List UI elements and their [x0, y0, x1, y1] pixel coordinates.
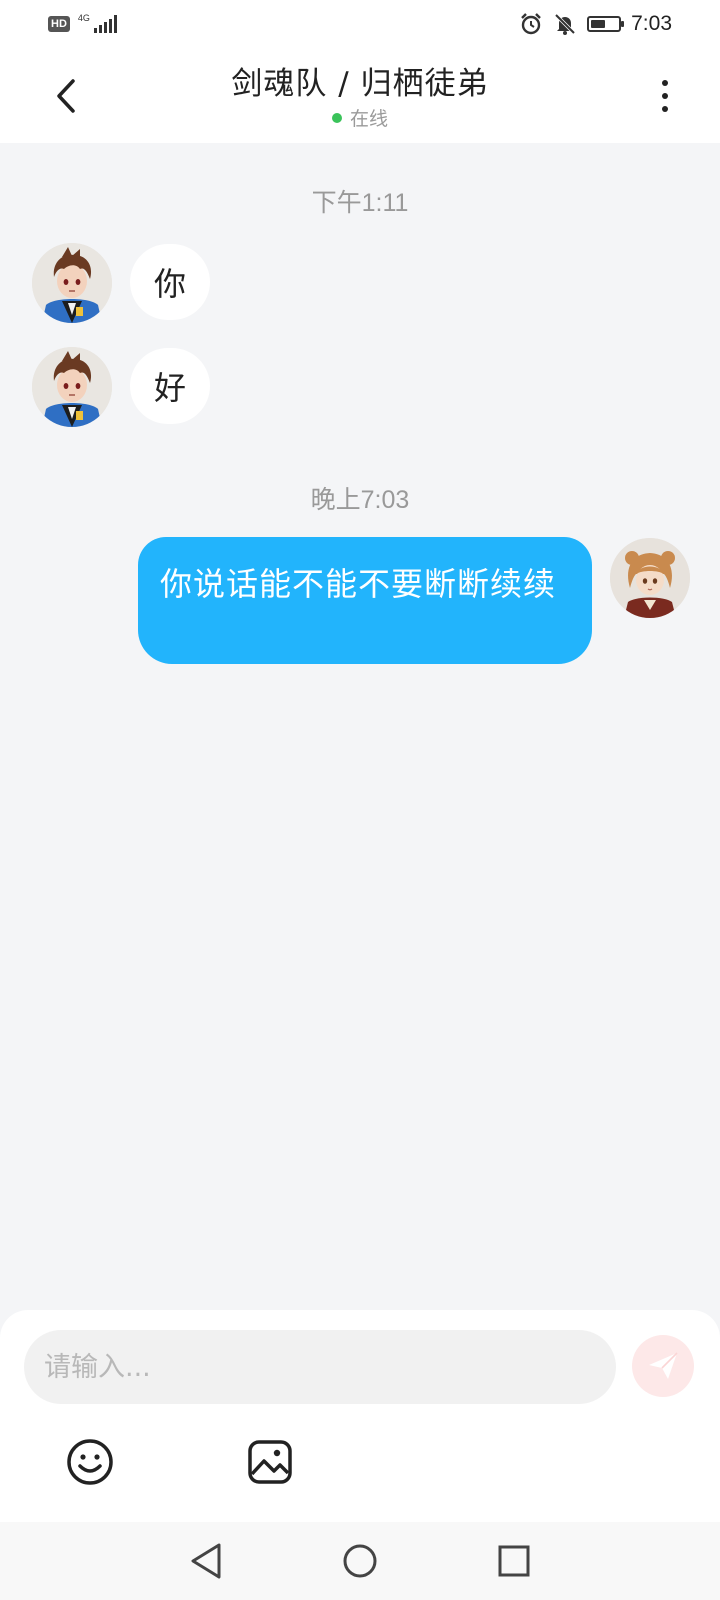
- bell-muted-icon: [554, 13, 576, 35]
- avatar[interactable]: [32, 347, 112, 427]
- emoji-button[interactable]: [64, 1436, 116, 1488]
- send-icon: [649, 1352, 678, 1379]
- status-left: HD 4G: [48, 12, 117, 33]
- nav-home-button[interactable]: [337, 1538, 383, 1584]
- online-status: 在线: [0, 104, 720, 131]
- message-bubble-received[interactable]: 好: [130, 348, 210, 424]
- network-type-label: 4G: [77, 12, 90, 23]
- back-triangle-icon: [191, 1543, 221, 1579]
- nav-recents-button[interactable]: [491, 1538, 537, 1584]
- alarm-icon: [521, 13, 541, 35]
- chat-header: 剑魂队 / 归栖徒弟 在线: [0, 48, 720, 143]
- message-bubble-received[interactable]: 你: [130, 244, 210, 320]
- image-button[interactable]: [244, 1436, 296, 1488]
- more-vertical-icon: [662, 80, 668, 86]
- recents-square-icon: [498, 1545, 530, 1577]
- avatar[interactable]: [610, 538, 690, 618]
- send-button[interactable]: [632, 1335, 694, 1397]
- image-icon: [248, 1440, 292, 1484]
- battery-icon: [587, 16, 625, 32]
- message-bubble-sent[interactable]: 你说话能不能不要断断续续: [138, 537, 592, 664]
- home-circle-icon: [343, 1544, 377, 1578]
- nav-back-button[interactable]: [183, 1538, 229, 1584]
- online-dot-icon: [331, 112, 342, 123]
- chat-title: 剑魂队 / 归栖徒弟: [231, 66, 489, 102]
- emoji-icon: [67, 1439, 113, 1485]
- male-anime-avatar: [32, 347, 112, 427]
- message-input[interactable]: [24, 1330, 616, 1404]
- status-time: 7:03: [631, 12, 672, 35]
- avatar[interactable]: [32, 243, 112, 323]
- composer: [0, 1310, 720, 1522]
- male-anime-avatar: [32, 243, 112, 323]
- online-status-label: 在线: [349, 108, 388, 130]
- hd-icon: HD: [48, 16, 70, 32]
- status-right: 7:03: [519, 12, 672, 36]
- timestamp: 晚上7:03: [310, 486, 410, 514]
- signal-icon: [93, 15, 117, 33]
- timestamp: 下午1:11: [311, 189, 409, 217]
- system-nav-bar: [0, 1522, 720, 1600]
- female-anime-avatar: [610, 538, 690, 618]
- status-bar: HD 4G 7:03: [0, 0, 720, 48]
- more-options-button[interactable]: [650, 76, 680, 116]
